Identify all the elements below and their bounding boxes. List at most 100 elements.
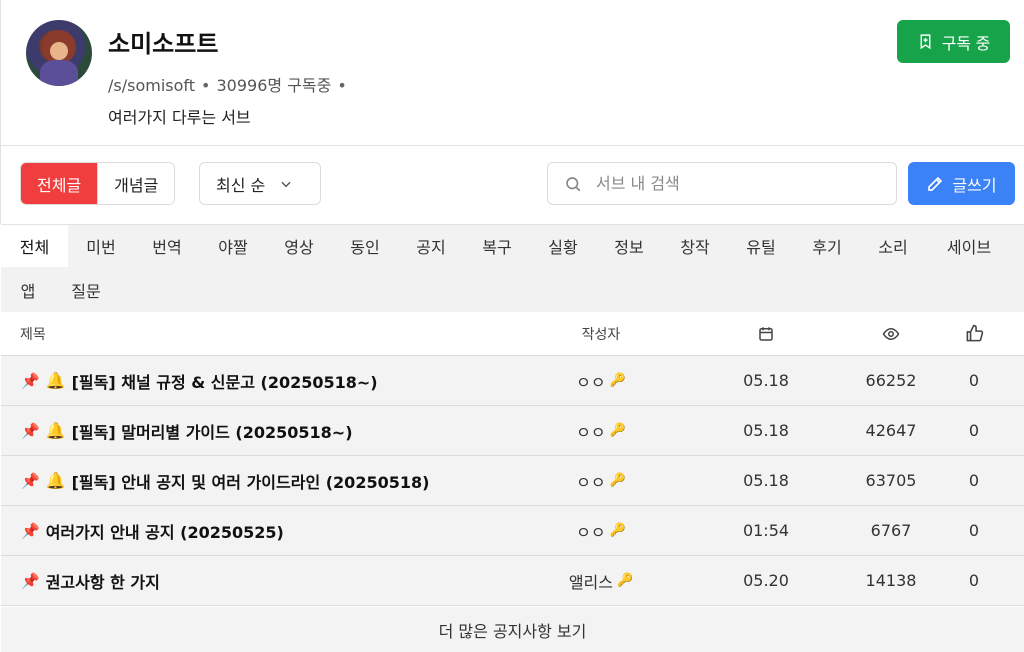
- channel-avatar[interactable]: [26, 20, 92, 86]
- bell-icon: 🔔: [45, 371, 66, 390]
- table-row[interactable]: 📌 🔔 [필독] 채널 규정 & 신문고 (20250518~) ㅇㅇ 🔑 05.…: [1, 356, 1024, 406]
- subscribe-button[interactable]: 구독 중: [897, 20, 1010, 63]
- row-title-cell: 📌 권고사항 한 가지: [21, 556, 160, 605]
- more-notices-link[interactable]: 더 많은 공지사항 보기: [1, 607, 1024, 652]
- post-title[interactable]: 권고사항 한 가지: [46, 569, 160, 593]
- category-tab[interactable]: 야짤: [200, 225, 266, 267]
- subscribe-label: 구독 중: [941, 35, 991, 53]
- avatar-body: [40, 60, 78, 86]
- write-label: 글쓰기: [952, 175, 997, 195]
- row-title-cell: 📌 🔔 [필독] 안내 공지 및 여러 가이드라인 (20250518): [21, 456, 429, 505]
- subscriber-count: 30996명 구독중: [216, 76, 332, 95]
- search-input[interactable]: [596, 174, 866, 193]
- post-likes: 0: [968, 571, 980, 590]
- post-likes: 0: [968, 521, 980, 540]
- post-author[interactable]: ㅇㅇ: [576, 469, 605, 493]
- table-header: 제목 작성자: [1, 312, 1024, 356]
- category-tab[interactable]: 복구: [464, 225, 530, 267]
- row-author-cell: ㅇㅇ 🔑: [561, 406, 641, 455]
- category-tab[interactable]: 번역: [134, 225, 200, 267]
- bell-icon: 🔔: [45, 471, 66, 490]
- table-row[interactable]: 📌 권고사항 한 가지 앨리스 🔑 05.20 14138 0: [1, 556, 1024, 606]
- row-author-cell: ㅇㅇ 🔑: [561, 506, 641, 555]
- channel-slug[interactable]: /s/somisoft: [108, 76, 195, 95]
- category-tab[interactable]: 질문: [53, 269, 119, 311]
- table-row[interactable]: 📌 🔔 [필독] 말머리별 가이드 (20250518~) ㅇㅇ 🔑 05.18 …: [1, 406, 1024, 456]
- post-author[interactable]: ㅇㅇ: [576, 419, 605, 443]
- channel-title[interactable]: 소미소프트: [108, 24, 218, 59]
- post-views: 42647: [865, 421, 917, 440]
- bookmark-plus-icon: [920, 34, 931, 50]
- manager-key-icon: 🔑: [609, 473, 626, 488]
- table-row[interactable]: 📌 여러가지 안내 공지 (20250525) ㅇㅇ 🔑 01:54 6767 0: [1, 506, 1024, 556]
- edit-icon: [928, 176, 943, 191]
- post-title[interactable]: [필독] 안내 공지 및 여러 가이드라인 (20250518): [72, 469, 430, 493]
- header-title: 제목: [20, 326, 46, 343]
- post-views: 63705: [865, 471, 917, 490]
- filter-concept-button[interactable]: 개념글: [97, 163, 175, 204]
- eye-icon: [882, 327, 900, 340]
- avatar-face: [50, 42, 68, 60]
- post-author[interactable]: 앨리스: [569, 569, 613, 593]
- manager-key-icon: 🔑: [609, 423, 626, 438]
- row-title-cell: 📌 여러가지 안내 공지 (20250525): [21, 506, 284, 555]
- post-title[interactable]: [필독] 말머리별 가이드 (20250518~): [72, 419, 353, 443]
- post-views: 66252: [865, 371, 917, 390]
- category-tab[interactable]: 실황: [530, 225, 596, 267]
- category-tab[interactable]: 정보: [596, 225, 662, 267]
- category-tabs: 전체 미번 번역 야짤 영상 동인 공지 복구 실황 정보 창작 유틸 후기 소…: [1, 224, 1024, 312]
- channel-meta: /s/somisoft • 30996명 구독중 •: [108, 72, 353, 96]
- separator-dot: •: [201, 76, 211, 95]
- pin-icon: 📌: [21, 521, 40, 540]
- row-author-cell: ㅇㅇ 🔑: [561, 356, 641, 405]
- category-tab[interactable]: 소리: [860, 225, 926, 267]
- post-likes: 0: [968, 471, 980, 490]
- post-filter-toggle: 전체글 개념글: [20, 162, 176, 205]
- manager-key-icon: 🔑: [609, 523, 626, 538]
- pin-icon: 📌: [21, 371, 40, 390]
- category-tab[interactable]: 앱: [5, 269, 51, 311]
- sort-select[interactable]: 최신 순: [199, 162, 321, 205]
- post-date: 01:54: [742, 521, 790, 540]
- bell-icon: 🔔: [45, 421, 66, 440]
- table-row[interactable]: 📌 🔔 [필독] 안내 공지 및 여러 가이드라인 (20250518) ㅇㅇ 🔑…: [1, 456, 1024, 506]
- post-date: 05.18: [743, 471, 789, 490]
- post-title[interactable]: [필독] 채널 규정 & 신문고 (20250518~): [72, 369, 378, 393]
- category-tab[interactable]: 유틸: [728, 225, 794, 267]
- header-author: 작성자: [581, 326, 621, 343]
- sort-label: 최신 순: [216, 175, 266, 195]
- category-tab[interactable]: 영상: [266, 225, 332, 267]
- filter-all-button[interactable]: 전체글: [21, 163, 98, 204]
- channel-description: 여러가지 다루는 서브: [108, 108, 251, 127]
- post-author[interactable]: ㅇㅇ: [576, 519, 605, 543]
- write-button[interactable]: 글쓰기: [908, 162, 1015, 205]
- board-toolbar: 전체글 개념글 최신 순 글쓰기: [0, 146, 1024, 224]
- header-views: [851, 312, 931, 355]
- search-box: [547, 162, 897, 205]
- category-tab[interactable]: 동인: [332, 225, 398, 267]
- category-tab[interactable]: 창작: [662, 225, 728, 267]
- calendar-icon: [759, 326, 773, 341]
- category-tab[interactable]: 공지: [398, 225, 464, 267]
- thumbs-up-icon: [966, 324, 983, 342]
- row-author-cell: 앨리스 🔑: [561, 556, 641, 605]
- category-tab[interactable]: 전체: [1, 225, 68, 267]
- post-likes: 0: [968, 371, 980, 390]
- post-author[interactable]: ㅇㅇ: [576, 369, 605, 393]
- separator-dot: •: [337, 76, 347, 95]
- channel-header: 소미소프트 /s/somisoft • 30996명 구독중 • 여러가지 다루는 서…: [0, 0, 1024, 146]
- pin-icon: 📌: [21, 421, 40, 440]
- row-title-cell: 📌 🔔 [필독] 채널 규정 & 신문고 (20250518~): [21, 356, 378, 405]
- post-date: 05.20: [743, 571, 789, 590]
- post-views: 6767: [870, 521, 912, 540]
- pin-icon: 📌: [21, 471, 40, 490]
- header-date: [726, 312, 806, 355]
- post-date: 05.18: [743, 421, 789, 440]
- category-tab[interactable]: 후기: [794, 225, 860, 267]
- category-tab[interactable]: 세이브: [926, 225, 1012, 267]
- post-date: 05.18: [743, 371, 789, 390]
- category-tab[interactable]: 미번: [68, 225, 134, 267]
- search-icon: [566, 176, 581, 191]
- post-title[interactable]: 여러가지 안내 공지 (20250525): [46, 519, 284, 543]
- chevron-down-icon: [281, 181, 291, 187]
